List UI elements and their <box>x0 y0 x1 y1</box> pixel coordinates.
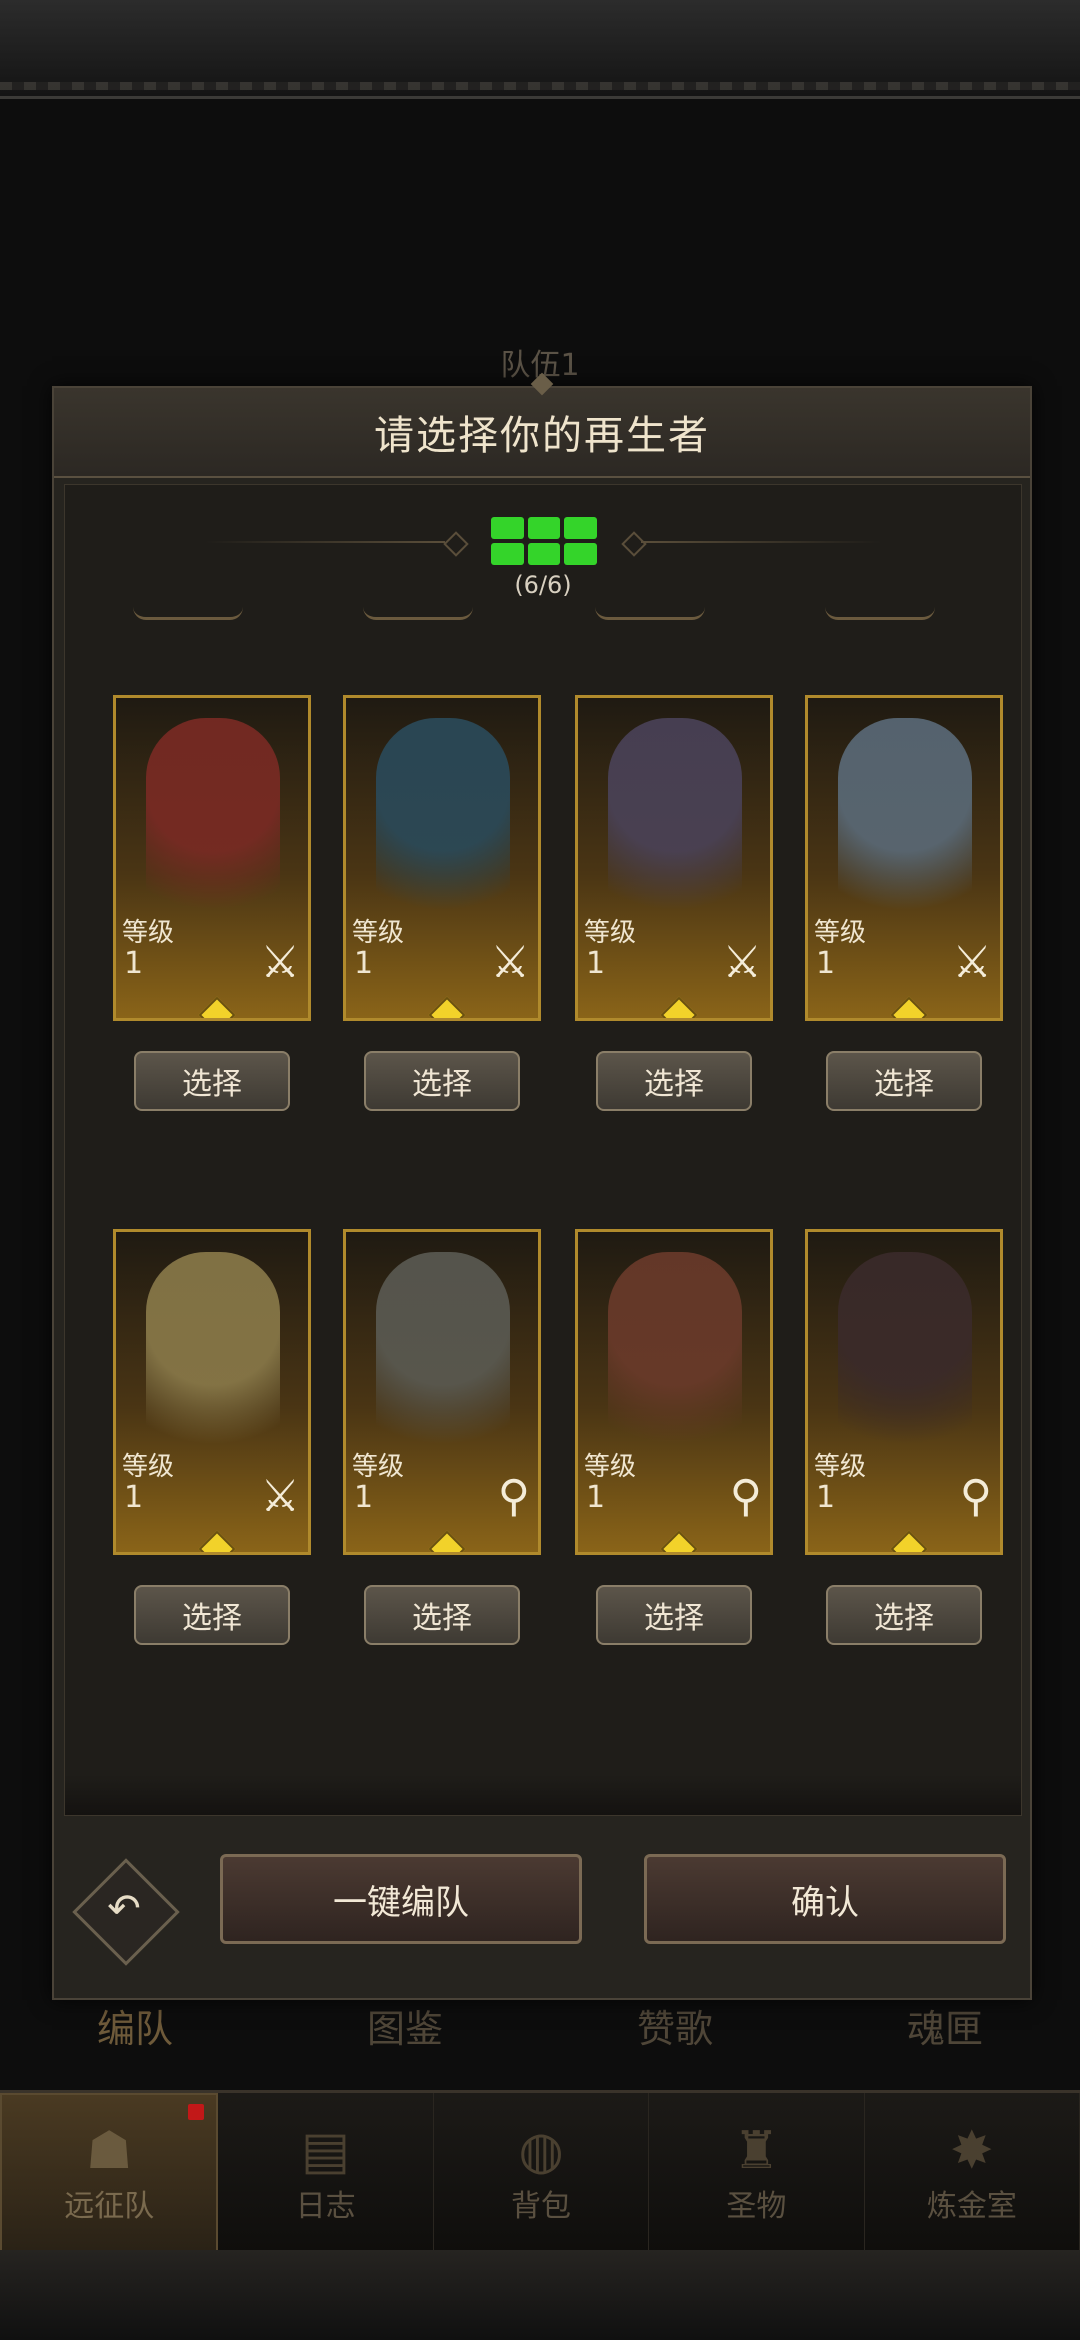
rarity-gem-icon <box>428 1530 466 1552</box>
top-bar <box>0 0 1080 99</box>
team-slots-icon <box>491 517 597 565</box>
nav-alchemy[interactable]: ✸ 炼金室 <box>865 2093 1080 2253</box>
level-label: 等级 <box>584 918 637 948</box>
rarity-gem-icon <box>660 996 698 1018</box>
modal-footer: ↶ 一键编队 确认 <box>64 1834 1020 1984</box>
staff-icon: ⚲ <box>729 1471 762 1522</box>
level-label: 等级 <box>584 1452 637 1482</box>
hero-card[interactable]: 等级 1 ⚲ <box>575 1229 773 1555</box>
tab-codex[interactable]: 图鉴 <box>367 1998 443 2053</box>
sword-icon: ⚔ <box>490 937 530 988</box>
level-value: 1 <box>586 946 606 981</box>
hero-select-modal: 请选择你的再生者 (6/6) 等级 1 ⚔ 选择 等级 1 ⚔ 选择 等级 1 ⚔ 选择 等级 1 ⚔ 选择等… <box>52 372 1032 2000</box>
hero-portrait <box>838 718 972 938</box>
level-value: 1 <box>124 946 144 981</box>
modal-title: 请选择你的再生者 <box>374 413 710 459</box>
bag-icon: ◍ <box>518 2121 564 2181</box>
diamond-ornament <box>621 531 647 557</box>
bottom-nav: ☗ 远征队 ▤ 日志 ◍ 背包 ♜ 圣物 ✸ 炼金室 <box>0 2090 1080 2253</box>
hero-portrait <box>608 1252 742 1472</box>
level-value: 1 <box>816 946 836 981</box>
level-value: 1 <box>816 1480 836 1515</box>
divider-line <box>641 541 881 543</box>
nav-label: 背包 <box>511 2189 572 2224</box>
notification-badge <box>188 2104 204 2120</box>
hero-card[interactable]: 等级 1 ⚲ <box>805 1229 1003 1555</box>
nav-label: 炼金室 <box>926 2189 1017 2224</box>
rarity-gem-icon <box>890 996 928 1018</box>
modal-body[interactable]: (6/6) 等级 1 ⚔ 选择 等级 1 ⚔ 选择 等级 1 ⚔ 选择 等级 1 ⚔ 选择 等级 1 ⚔ 选择 等级 1 ⚲… <box>64 484 1022 1816</box>
relic-icon: ♜ <box>733 2121 780 2181</box>
next-row-peek <box>65 1775 1021 1815</box>
undo-icon[interactable]: ↶ <box>94 1876 154 1942</box>
tab-soulbox[interactable]: 魂匣 <box>907 1998 983 2053</box>
rarity-gem-icon <box>660 1530 698 1552</box>
nav-label: 远征队 <box>64 2189 155 2224</box>
hero-portrait <box>146 718 280 938</box>
hero-card[interactable]: 等级 1 ⚲ <box>343 1229 541 1555</box>
level-value: 1 <box>354 946 374 981</box>
sword-icon: ⚔ <box>260 937 300 988</box>
team-count-text: (6/6) <box>514 571 572 599</box>
tab-formation[interactable]: 编队 <box>97 1998 173 2053</box>
rarity-gem-icon <box>428 996 466 1018</box>
sword-icon: ⚔ <box>260 1471 300 1522</box>
select-hero-button[interactable]: 选择 <box>826 1051 982 1111</box>
hero-card[interactable]: 等级 1 ⚔ <box>113 1229 311 1555</box>
level-value: 1 <box>586 1480 606 1515</box>
hero-portrait <box>376 1252 510 1472</box>
staff-icon: ⚲ <box>959 1471 992 1522</box>
level-value: 1 <box>124 1480 144 1515</box>
hero-portrait <box>376 718 510 938</box>
tab-hymn[interactable]: 赞歌 <box>637 1998 713 2053</box>
hero-card[interactable]: 等级 1 ⚔ <box>575 695 773 1021</box>
select-hero-button[interactable]: 选择 <box>596 1051 752 1111</box>
level-value: 1 <box>354 1480 374 1515</box>
nav-bag[interactable]: ◍ 背包 <box>434 2093 650 2253</box>
nav-journal[interactable]: ▤ 日志 <box>218 2093 434 2253</box>
rarity-gem-icon <box>198 1530 236 1552</box>
level-label: 等级 <box>352 918 405 948</box>
nav-label: 圣物 <box>726 2189 787 2224</box>
team-count: (6/6) <box>65 505 1021 605</box>
bottom-strip <box>0 2250 1080 2340</box>
diamond-ornament <box>443 531 469 557</box>
alchemy-icon: ✸ <box>950 2121 994 2181</box>
select-hero-button[interactable]: 选择 <box>596 1585 752 1645</box>
hero-portrait <box>838 1252 972 1472</box>
nav-relic[interactable]: ♜ 圣物 <box>649 2093 865 2253</box>
sword-icon: ⚔ <box>952 937 992 988</box>
level-label: 等级 <box>122 918 175 948</box>
hero-card[interactable]: 等级 1 ⚔ <box>805 695 1003 1021</box>
select-hero-button[interactable]: 选择 <box>134 1585 290 1645</box>
rarity-gem-icon <box>198 996 236 1018</box>
nav-expedition[interactable]: ☗ 远征队 <box>0 2093 219 2253</box>
hero-card[interactable]: 等级 1 ⚔ <box>343 695 541 1021</box>
level-label: 等级 <box>122 1452 175 1482</box>
select-hero-button[interactable]: 选择 <box>364 1585 520 1645</box>
modal-header: 请选择你的再生者 <box>54 372 1030 478</box>
select-hero-button[interactable]: 选择 <box>134 1051 290 1111</box>
hero-card[interactable]: 等级 1 ⚔ <box>113 695 311 1021</box>
helmet-icon: ☗ <box>85 2121 133 2181</box>
divider-line <box>205 541 445 543</box>
previous-row-peek <box>65 607 1021 621</box>
level-label: 等级 <box>352 1452 405 1482</box>
sword-icon: ⚔ <box>722 937 762 988</box>
staff-icon: ⚲ <box>497 1471 530 1522</box>
nav-label: 日志 <box>295 2189 356 2224</box>
level-label: 等级 <box>814 1452 867 1482</box>
level-label: 等级 <box>814 918 867 948</box>
select-hero-button[interactable]: 选择 <box>826 1585 982 1645</box>
scroll-icon: ▤ <box>301 2121 351 2181</box>
confirm-button[interactable]: 确认 <box>644 1854 1006 1944</box>
hero-portrait <box>608 718 742 938</box>
auto-form-button[interactable]: 一键编队 <box>220 1854 582 1944</box>
hero-portrait <box>146 1252 280 1472</box>
select-hero-button[interactable]: 选择 <box>364 1051 520 1111</box>
rarity-gem-icon <box>890 1530 928 1552</box>
